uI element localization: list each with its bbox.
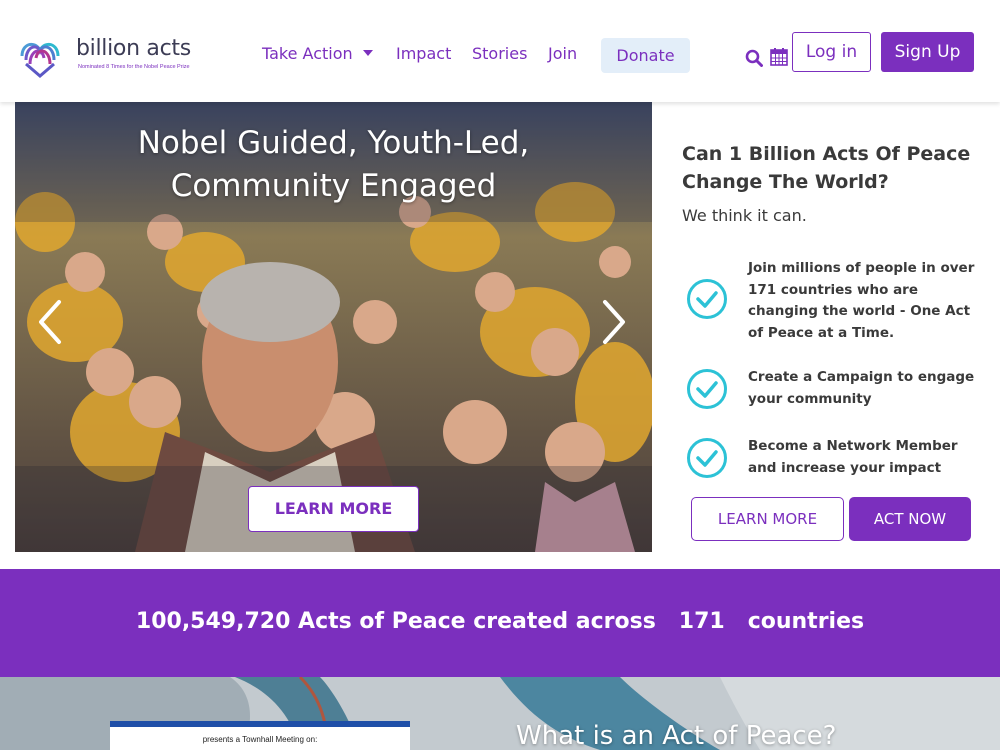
check-circle-icon <box>687 369 727 409</box>
nav-impact[interactable]: Impact <box>396 44 451 63</box>
billion-acts-logo[interactable]: billion acts Nominated 8 Times for the N… <box>16 34 206 80</box>
side-subheading: We think it can. <box>682 206 807 225</box>
search-icon[interactable] <box>745 49 763 67</box>
nav-take-action-label: Take Action <box>262 44 353 63</box>
nav-join[interactable]: Join <box>548 44 577 63</box>
hero-title-line1: Nobel Guided, Youth-Led, <box>137 125 530 161</box>
hero-title: Nobel Guided, Youth-Led, Community Engag… <box>15 122 652 208</box>
stats-suffix: countries <box>747 609 865 634</box>
signup-button[interactable]: Sign Up <box>881 32 974 72</box>
hero-title-line2: Community Engaged <box>170 168 497 204</box>
hero-learn-more-button[interactable]: LEARN MORE <box>248 486 419 532</box>
side-heading: Can 1 Billion Acts Of Peace Change The W… <box>682 143 971 193</box>
nav-take-action[interactable]: Take Action <box>262 44 373 63</box>
flyer-text: presents a Townhall Meeting on: <box>202 735 318 744</box>
check-circle-icon <box>687 279 727 319</box>
logo-tagline: Nominated 8 Times for the Nobel Peace Pr… <box>78 64 190 70</box>
hero-carousel: Nobel Guided, Youth-Led, Community Engag… <box>15 102 652 552</box>
chevron-down-icon <box>362 50 373 56</box>
acts-count: 100,549,720 <box>135 609 291 634</box>
calendar-icon[interactable] <box>770 47 788 66</box>
countries-count: 171 <box>678 609 725 634</box>
carousel-prev-arrow-icon[interactable] <box>35 298 65 346</box>
feature-text: Become a Network Member and increase you… <box>748 438 958 476</box>
logo-wordmark: billion acts <box>76 36 191 61</box>
login-button[interactable]: Log in <box>792 32 871 72</box>
feature-text: Join millions of people in over 171 coun… <box>748 260 975 341</box>
feature-text: Create a Campaign to engage your communi… <box>748 369 975 407</box>
stats-text: 100,549,720 Acts of Peace created across… <box>0 609 1000 634</box>
act-of-peace-section: presents a Townhall Meeting on: What is … <box>0 677 1000 750</box>
act-now-button[interactable]: ACT NOW <box>849 497 971 541</box>
learn-more-button[interactable]: LEARN MORE <box>691 497 844 541</box>
stats-banner: 100,549,720 Acts of Peace created across… <box>0 569 1000 677</box>
logo-mark-icon <box>20 42 60 78</box>
check-circle-icon <box>687 438 727 478</box>
nav-stories[interactable]: Stories <box>472 44 527 63</box>
stats-mid-text: Acts of Peace created across <box>298 609 656 634</box>
section-title: What is an Act of Peace? <box>516 721 837 750</box>
carousel-next-arrow-icon[interactable] <box>599 298 629 346</box>
donate-button[interactable]: Donate <box>601 38 690 73</box>
site-header: billion acts Nominated 8 Times for the N… <box>0 0 1000 102</box>
